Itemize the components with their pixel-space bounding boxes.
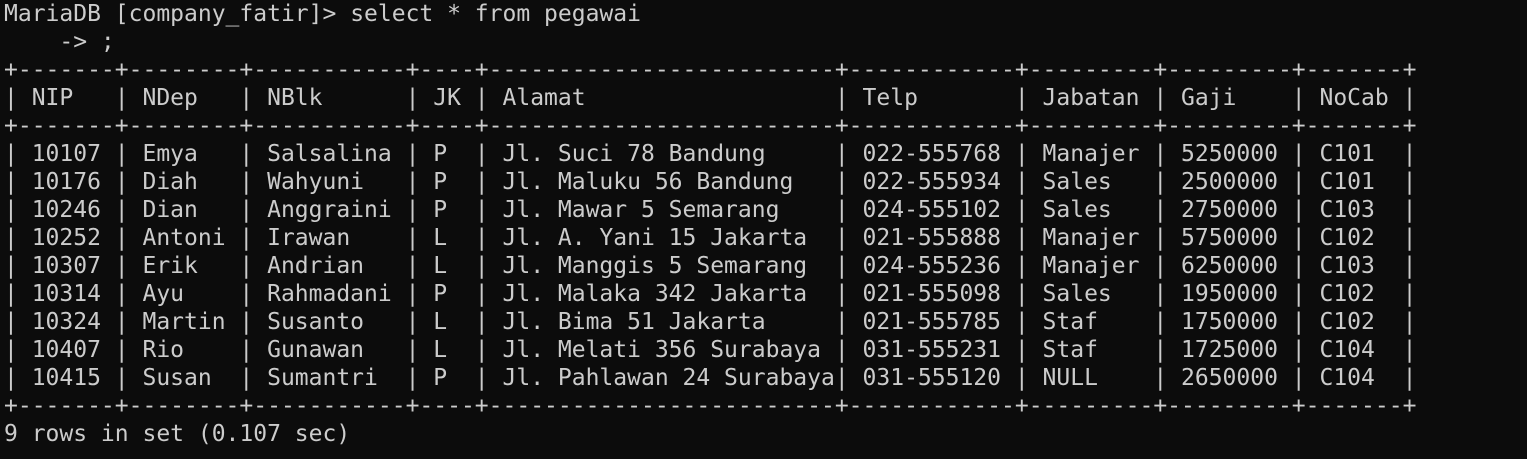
mariadb-prompt: MariaDB [company_fatir]> — [4, 1, 351, 27]
table-header-row: | NIP | NDep | NBlk | JK | Alamat | Telp… — [4, 85, 1417, 111]
table-row: | 10246 | Dian | Anggraini | P | Jl. Maw… — [4, 197, 1417, 223]
table-border-bottom: +-------+--------+-----------+----+-----… — [4, 393, 1417, 419]
table-row: | 10314 | Ayu | Rahmadani | P | Jl. Mala… — [4, 281, 1417, 307]
table-row: | 10307 | Erik | Andrian | L | Jl. Mangg… — [4, 253, 1417, 279]
terminal-window[interactable]: MariaDB [company_fatir]> select * from p… — [0, 0, 1527, 459]
table-row: | 10176 | Diah | Wahyuni | P | Jl. Maluk… — [4, 169, 1417, 195]
table-border-header: +-------+--------+-----------+----+-----… — [4, 113, 1417, 139]
table-border-top: +-------+--------+-----------+----+-----… — [4, 57, 1417, 83]
table-row: | 10324 | Martin | Susanto | L | Jl. Bim… — [4, 309, 1417, 335]
command-line: MariaDB [company_fatir]> select * from p… — [4, 0, 1527, 28]
result-summary: 9 rows in set (0.107 sec) — [4, 421, 351, 447]
table-row: | 10107 | Emya | Salsalina | P | Jl. Suc… — [4, 141, 1417, 167]
continuation-line: -> ; — [4, 29, 115, 55]
sql-command: select * from pegawai — [350, 1, 641, 27]
table-row: | 10407 | Rio | Gunawan | L | Jl. Melati… — [4, 337, 1417, 363]
table-row: | 10415 | Susan | Sumantri | P | Jl. Pah… — [4, 365, 1417, 391]
table-row: | 10252 | Antoni | Irawan | L | Jl. A. Y… — [4, 225, 1417, 251]
